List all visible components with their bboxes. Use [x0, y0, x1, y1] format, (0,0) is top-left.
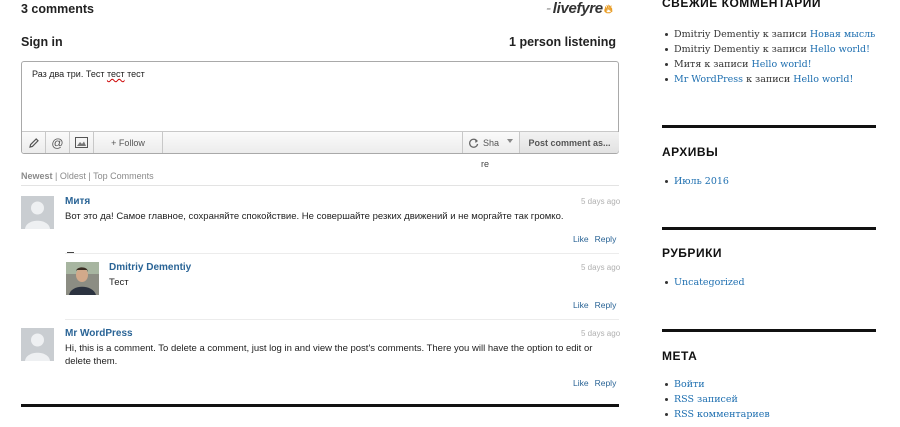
post-link[interactable]: Hello world!: [751, 59, 811, 70]
rss-posts-link[interactable]: RSS записей: [674, 394, 738, 405]
rss-comments-link[interactable]: RSS комментариев: [674, 409, 770, 420]
list-item: RSS комментариев: [662, 407, 770, 422]
login-link[interactable]: Войти: [674, 379, 705, 390]
post-link[interactable]: Hello world!: [810, 44, 870, 55]
reply-button[interactable]: Reply: [595, 378, 617, 388]
widget-divider: [662, 329, 876, 332]
reply-button[interactable]: Reply: [595, 300, 617, 310]
divider: [65, 319, 619, 320]
comment-author[interactable]: Dmitriy Dementiy: [109, 262, 191, 273]
comment-actions: Like Reply: [567, 300, 616, 310]
post-link[interactable]: Hello world!: [793, 74, 853, 85]
comment-time[interactable]: 5 days ago: [581, 263, 620, 272]
widget-title-archives: АРХИВЫ: [662, 145, 719, 159]
archive-link[interactable]: Июль 2016: [674, 176, 729, 187]
category-link[interactable]: Uncategorized: [674, 277, 745, 288]
section-divider: [21, 404, 619, 407]
comment-actions: Like Reply: [567, 234, 616, 244]
comment-time[interactable]: 5 days ago: [581, 197, 620, 206]
like-button[interactable]: Like: [573, 234, 589, 244]
comment-author[interactable]: Mr WordPress: [65, 328, 133, 339]
image-icon[interactable]: [70, 132, 94, 153]
listening-count: 1 person listening: [509, 35, 616, 49]
comment-time[interactable]: 5 days ago: [581, 329, 620, 338]
author-link[interactable]: Mr WordPress: [674, 74, 743, 85]
livefyre-logo[interactable]: - livefyre🔥︎: [546, 0, 613, 17]
comment-author[interactable]: Митя: [65, 196, 90, 207]
comment-text: Вот это да! Самое главное, сохраняйте сп…: [65, 211, 564, 222]
comment-editor[interactable]: Раз два три. Тест тест тест @ + Follow S…: [21, 61, 619, 154]
follow-button[interactable]: + Follow: [94, 132, 163, 153]
editor-text[interactable]: Раз два три. Тест тест тест: [32, 69, 145, 79]
list-item: Dmitriy Dementiy к записи Hello world!: [662, 42, 875, 57]
list-item: RSS записей: [662, 392, 770, 407]
sign-in-link[interactable]: Sign in: [21, 35, 63, 49]
divider: [65, 253, 619, 254]
sort-separator: |: [55, 171, 58, 181]
categories-list: Uncategorized: [662, 275, 745, 290]
widget-title-recent-comments: СВЕЖИЕ КОММЕНТАРИИ: [662, 0, 821, 10]
widget-divider: [662, 227, 876, 230]
post-comment-button[interactable]: Post comment as...: [520, 132, 619, 153]
list-item: Митя к записи Hello world!: [662, 57, 875, 72]
flame-icon: 🔥︎: [603, 2, 613, 16]
share-label: Sha: [483, 137, 500, 148]
like-button[interactable]: Like: [573, 378, 589, 388]
recent-comments-list: Dmitriy Dementiy к записи Новая мысль Dm…: [662, 27, 875, 87]
pencil-icon[interactable]: [22, 132, 46, 153]
sort-options: Newest | Oldest | Top Comments: [21, 171, 154, 181]
mention-icon[interactable]: @: [46, 132, 70, 153]
post-link[interactable]: Новая мысль: [810, 29, 876, 40]
divider: [21, 185, 619, 186]
comment-text: Тест: [109, 277, 129, 288]
comment-text: Hi, this is a comment. To delete a comme…: [65, 343, 593, 367]
list-item: Dmitriy Dementiy к записи Новая мысль: [662, 27, 875, 42]
list-item: Uncategorized: [662, 275, 745, 290]
list-item: Войти: [662, 377, 770, 392]
list-item: Июль 2016: [662, 174, 729, 189]
meta-list: Войти RSS записей RSS комментариев: [662, 377, 770, 422]
avatar[interactable]: [21, 196, 54, 229]
share-button[interactable]: Sha: [462, 132, 520, 153]
widget-title-meta: МЕТА: [662, 349, 698, 363]
chevron-down-icon: [507, 139, 513, 143]
editor-toolbar: @ + Follow Sha Post comment as...: [22, 131, 619, 153]
overflow-text: re: [481, 159, 490, 169]
share-icon: [469, 138, 479, 148]
list-item: Mr WordPress к записи Hello world!: [662, 72, 875, 87]
livefyre-wordmark: livefyre: [552, 0, 603, 17]
comment-actions: Like Reply: [567, 378, 616, 388]
like-button[interactable]: Like: [573, 300, 589, 310]
widget-divider: [662, 125, 876, 128]
misspelled-word: тест: [106, 69, 125, 79]
widget-title-categories: РУБРИКИ: [662, 246, 723, 260]
archives-list: Июль 2016: [662, 174, 729, 189]
sort-oldest[interactable]: Oldest: [60, 171, 86, 181]
sort-separator: |: [88, 171, 91, 181]
avatar[interactable]: [66, 262, 99, 295]
sort-newest[interactable]: Newest: [21, 171, 53, 181]
sort-top-comments[interactable]: Top Comments: [93, 171, 154, 181]
avatar[interactable]: [21, 328, 54, 361]
reply-button[interactable]: Reply: [595, 234, 617, 244]
comment-count: 3 comments: [21, 2, 94, 16]
